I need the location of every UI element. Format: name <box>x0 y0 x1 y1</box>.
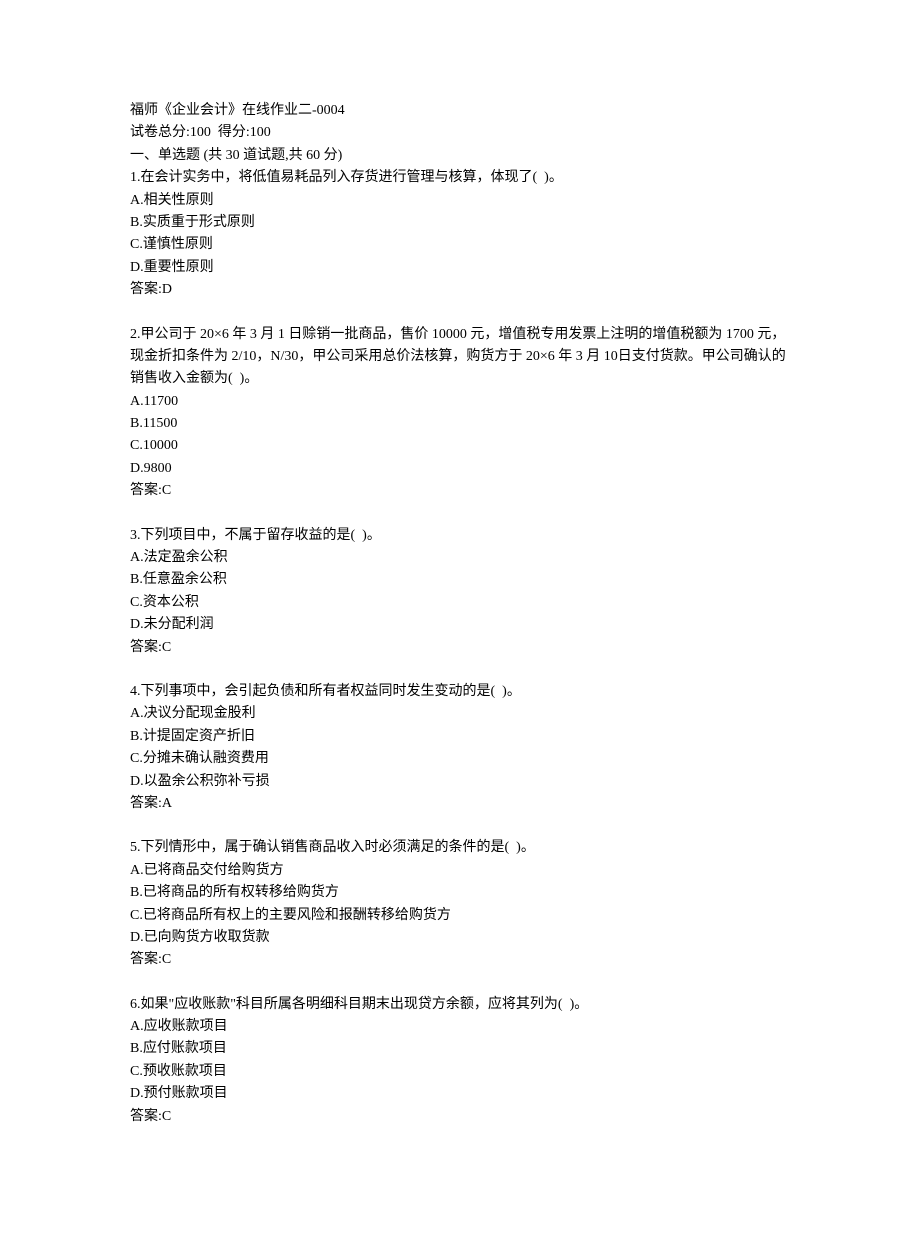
question-answer: 答案:A <box>130 793 790 815</box>
question-option: B.应付账款项目 <box>130 1038 790 1060</box>
question-stem: 2.甲公司于 20×6 年 3 月 1 日赊销一批商品，售价 10000 元，增… <box>130 324 790 391</box>
question-answer: 答案:C <box>130 480 790 502</box>
question-option: B.实质重于形式原则 <box>130 212 790 234</box>
question-option: A.相关性原则 <box>130 190 790 212</box>
question-option: D.重要性原则 <box>130 257 790 279</box>
score-line: 试卷总分:100 得分:100 <box>130 122 790 144</box>
question-4: 4.下列事项中，会引起负债和所有者权益同时发生变动的是( )。 A.决议分配现金… <box>130 681 790 815</box>
question-stem: 3.下列项目中，不属于留存收益的是( )。 <box>130 525 790 547</box>
document-header: 福师《企业会计》在线作业二-0004 试卷总分:100 得分:100 一、单选题… <box>130 100 790 167</box>
question-option: A.应收账款项目 <box>130 1016 790 1038</box>
question-stem: 1.在会计实务中，将低值易耗品列入存货进行管理与核算，体现了( )。 <box>130 167 790 189</box>
question-option: A.已将商品交付给购货方 <box>130 860 790 882</box>
question-2: 2.甲公司于 20×6 年 3 月 1 日赊销一批商品，售价 10000 元，增… <box>130 324 790 503</box>
question-3: 3.下列项目中，不属于留存收益的是( )。 A.法定盈余公积 B.任意盈余公积 … <box>130 525 790 659</box>
question-answer: 答案:C <box>130 1106 790 1128</box>
question-option: A.决议分配现金股利 <box>130 703 790 725</box>
question-option: C.资本公积 <box>130 592 790 614</box>
question-answer: 答案:C <box>130 637 790 659</box>
question-answer: 答案:C <box>130 949 790 971</box>
question-option: A.法定盈余公积 <box>130 547 790 569</box>
question-option: B.计提固定资产折旧 <box>130 726 790 748</box>
question-option: A.11700 <box>130 391 790 413</box>
question-option: D.预付账款项目 <box>130 1083 790 1105</box>
question-option: B.11500 <box>130 413 790 435</box>
question-option: C.10000 <box>130 435 790 457</box>
question-6: 6.如果"应收账款"科目所属各明细科目期末出现贷方余额，应将其列为( )。 A.… <box>130 994 790 1128</box>
question-option: C.分摊未确认融资费用 <box>130 748 790 770</box>
document-title: 福师《企业会计》在线作业二-0004 <box>130 100 790 122</box>
question-stem: 6.如果"应收账款"科目所属各明细科目期末出现贷方余额，应将其列为( )。 <box>130 994 790 1016</box>
question-5: 5.下列情形中，属于确认销售商品收入时必须满足的条件的是( )。 A.已将商品交… <box>130 837 790 971</box>
question-answer: 答案:D <box>130 279 790 301</box>
question-option: B.已将商品的所有权转移给购货方 <box>130 882 790 904</box>
question-1: 1.在会计实务中，将低值易耗品列入存货进行管理与核算，体现了( )。 A.相关性… <box>130 167 790 301</box>
question-option: D.已向购货方收取货款 <box>130 927 790 949</box>
question-option: D.9800 <box>130 458 790 480</box>
question-option: D.未分配利润 <box>130 614 790 636</box>
question-option: B.任意盈余公积 <box>130 569 790 591</box>
question-stem: 5.下列情形中，属于确认销售商品收入时必须满足的条件的是( )。 <box>130 837 790 859</box>
question-option: C.已将商品所有权上的主要风险和报酬转移给购货方 <box>130 905 790 927</box>
section-title: 一、单选题 (共 30 道试题,共 60 分) <box>130 145 790 167</box>
question-stem: 4.下列事项中，会引起负债和所有者权益同时发生变动的是( )。 <box>130 681 790 703</box>
question-option: C.谨慎性原则 <box>130 234 790 256</box>
question-option: C.预收账款项目 <box>130 1061 790 1083</box>
question-option: D.以盈余公积弥补亏损 <box>130 771 790 793</box>
